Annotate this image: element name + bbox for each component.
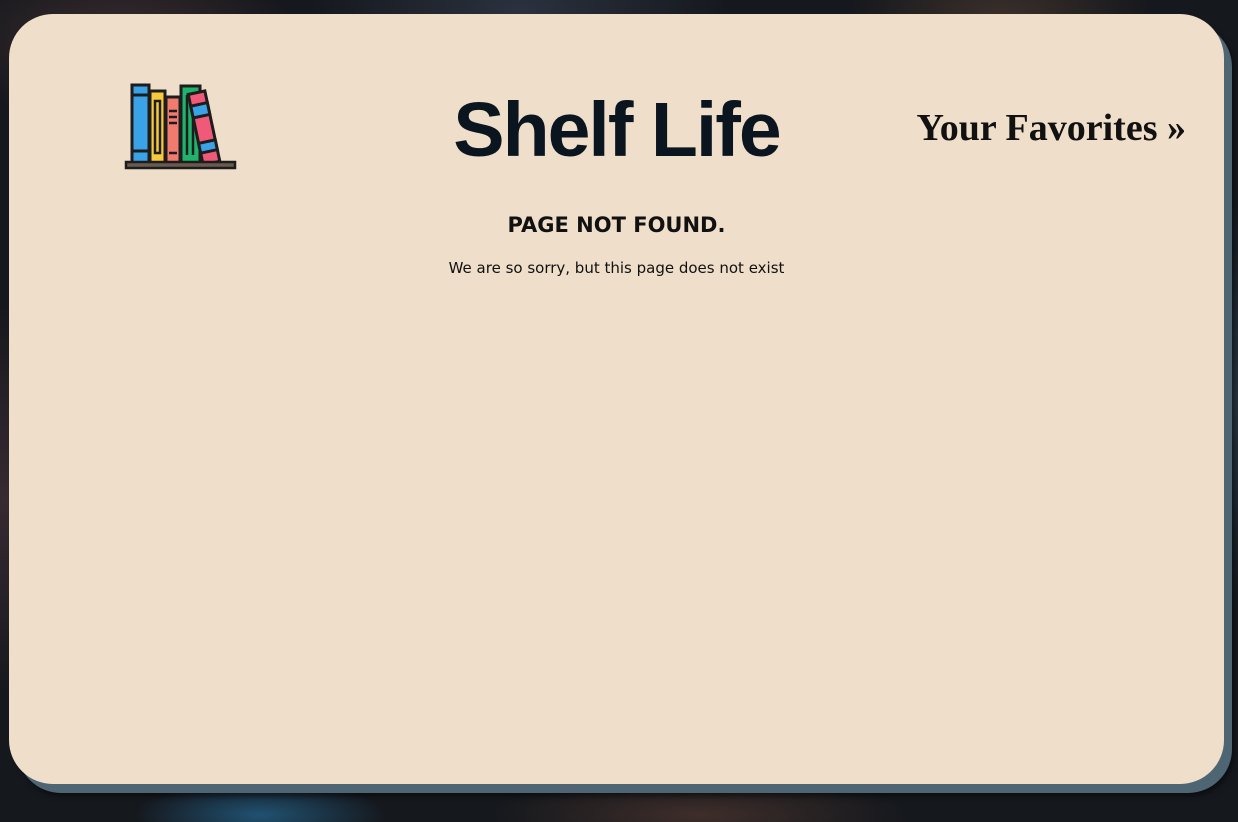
bookshelf-icon	[124, 83, 237, 170]
page-not-found-heading: PAGE NOT FOUND.	[507, 213, 726, 237]
page-not-found-message: We are so sorry, but this page does not …	[448, 259, 785, 277]
page-card: Shelf Life Your Favorites » PAGE NOT FOU…	[9, 14, 1224, 784]
favorites-link[interactable]: Your Favorites »	[917, 106, 1187, 150]
site-title: Shelf Life	[453, 87, 782, 173]
